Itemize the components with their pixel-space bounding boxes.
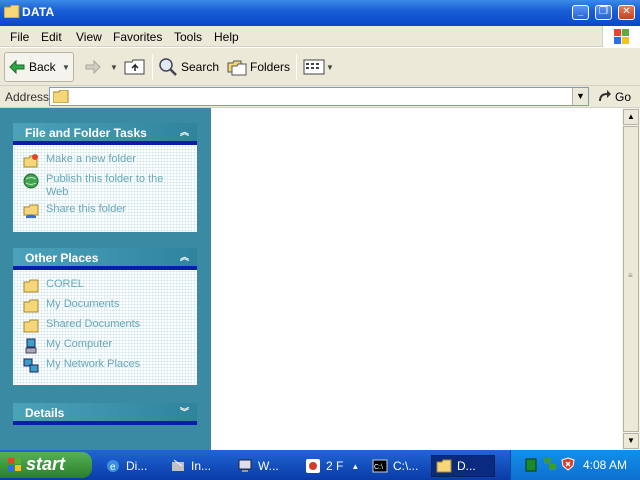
windows-flag-icon	[8, 458, 21, 471]
scroll-down-arrow[interactable]: ▼	[623, 433, 639, 449]
setup-icon	[172, 459, 184, 471]
place-my-documents[interactable]: My Documents	[23, 298, 119, 314]
window-title: DATA	[22, 5, 55, 19]
taskbar-item-1[interactable]: e Di...	[105, 455, 147, 477]
menu-edit[interactable]: Edit	[41, 30, 62, 44]
taskbar-item-2[interactable]: In...	[170, 455, 211, 477]
new-folder-icon	[23, 154, 38, 168]
collapse-chevron-icon[interactable]: ︽	[180, 250, 189, 263]
expand-chevron-icon[interactable]: ︾	[180, 405, 189, 418]
place-my-network-places[interactable]: My Network Places	[23, 358, 140, 374]
folder-contents-area[interactable]	[211, 108, 622, 450]
globe-icon	[23, 173, 39, 189]
other-places-header[interactable]: Other Places ︽	[13, 248, 197, 270]
panel-title: Details	[25, 406, 65, 420]
folder-icon	[23, 279, 39, 293]
taskbar-item-5[interactable]: C:\ C:\...	[372, 455, 418, 477]
back-label: Back	[29, 60, 56, 74]
taskbar-item-6[interactable]: D...	[431, 455, 495, 477]
panel-title: File and Folder Tasks	[25, 126, 147, 140]
other-places-body: COREL My Documents Shared Documents My C…	[13, 270, 197, 385]
computer-icon	[25, 338, 37, 354]
go-arrow-icon	[599, 90, 611, 101]
forward-arrow-icon	[85, 59, 101, 75]
up-folder-button[interactable]	[124, 52, 146, 82]
search-icon	[159, 58, 177, 76]
start-button[interactable]: start	[0, 452, 92, 478]
app-group-icon	[306, 459, 320, 473]
vertical-scrollbar[interactable]: ▲ ≡ ▼	[622, 108, 640, 450]
scroll-up-arrow[interactable]: ▲	[623, 109, 639, 125]
ie-icon: e	[107, 460, 119, 473]
folder-icon	[23, 319, 39, 333]
back-dropdown[interactable]: ▼	[62, 52, 72, 82]
place-shared-documents[interactable]: Shared Documents	[23, 318, 140, 334]
menu-file[interactable]: File	[10, 30, 29, 44]
search-button[interactable]: Search	[158, 52, 219, 82]
go-label: Go	[615, 90, 632, 104]
task-publish-folder[interactable]: Publish this folder to the Web	[23, 173, 183, 199]
svg-text:C:\: C:\	[374, 464, 383, 471]
network-icon	[23, 358, 39, 373]
folder-icon	[23, 299, 39, 313]
folders-label: Folders	[250, 60, 291, 74]
task-make-new-folder[interactable]: Make a new folder	[23, 153, 136, 169]
views-icon	[303, 59, 325, 75]
details-header[interactable]: Details ︾	[13, 403, 197, 425]
folder-icon	[4, 5, 20, 18]
folders-button[interactable]: Folders	[227, 52, 290, 82]
scroll-thumb[interactable]: ≡	[623, 126, 639, 432]
taskbar: start e Di... In... W... 2 F ▲ C:\ C:\..…	[0, 450, 640, 480]
task-share-folder[interactable]: Share this folder	[23, 203, 126, 219]
address-dropdown[interactable]: ▼	[572, 88, 588, 105]
menu-view[interactable]: View	[76, 30, 102, 44]
go-button[interactable]: Go	[596, 89, 631, 105]
file-folder-tasks-body: Make a new folder Publish this folder to…	[13, 145, 197, 232]
panel-title: Other Places	[25, 251, 99, 265]
menu-favorites[interactable]: Favorites	[113, 30, 162, 44]
search-label: Search	[181, 60, 220, 74]
menu-bar: File Edit View Favorites Tools Help	[0, 26, 640, 47]
svg-text:e: e	[110, 462, 116, 473]
system-tray: 4:08 AM	[510, 450, 640, 480]
folder-icon	[436, 459, 452, 473]
close-button[interactable]: ✕	[618, 5, 635, 20]
tray-icon[interactable]	[525, 458, 537, 472]
file-folder-tasks-header[interactable]: File and Folder Tasks ︽	[13, 123, 197, 145]
address-input[interactable]: ▼	[49, 87, 589, 106]
maximize-button[interactable]: ❐	[595, 5, 612, 20]
start-label: start	[26, 454, 66, 474]
minimize-button[interactable]: _	[572, 5, 589, 20]
views-button[interactable]: ▼	[303, 52, 334, 82]
forward-button[interactable]: ▼	[84, 52, 118, 82]
place-corel[interactable]: COREL	[23, 278, 84, 294]
standard-toolbar: Back ▼ ▼ Search Folders ▼	[0, 48, 640, 86]
back-arrow-icon	[9, 59, 25, 75]
address-label: Address	[5, 90, 50, 104]
collapse-chevron-icon[interactable]: ︽	[180, 125, 189, 138]
menu-help[interactable]: Help	[214, 30, 239, 44]
menu-tools[interactable]: Tools	[174, 30, 202, 44]
task-pane: File and Folder Tasks ︽ Make a new folde…	[0, 108, 211, 450]
windows-logo-icon	[602, 26, 640, 47]
clock[interactable]: 4:08 AM	[583, 458, 627, 472]
computer-icon	[238, 459, 252, 472]
address-bar: Address ▼ Go	[0, 86, 640, 108]
folder-icon	[53, 90, 69, 103]
command-prompt-icon: C:\	[372, 459, 388, 473]
place-my-computer[interactable]: My Computer	[23, 338, 112, 354]
taskbar-item-3[interactable]: W...	[237, 455, 279, 477]
window-title-bar[interactable]: DATA _ ❐ ✕	[0, 0, 640, 26]
folders-icon	[227, 60, 247, 76]
up-folder-icon	[124, 59, 145, 75]
share-folder-icon	[23, 204, 39, 218]
taskbar-item-4[interactable]: 2 F ▲	[305, 455, 359, 477]
security-shield-icon[interactable]	[561, 457, 575, 471]
network-tray-icon[interactable]	[543, 457, 557, 471]
